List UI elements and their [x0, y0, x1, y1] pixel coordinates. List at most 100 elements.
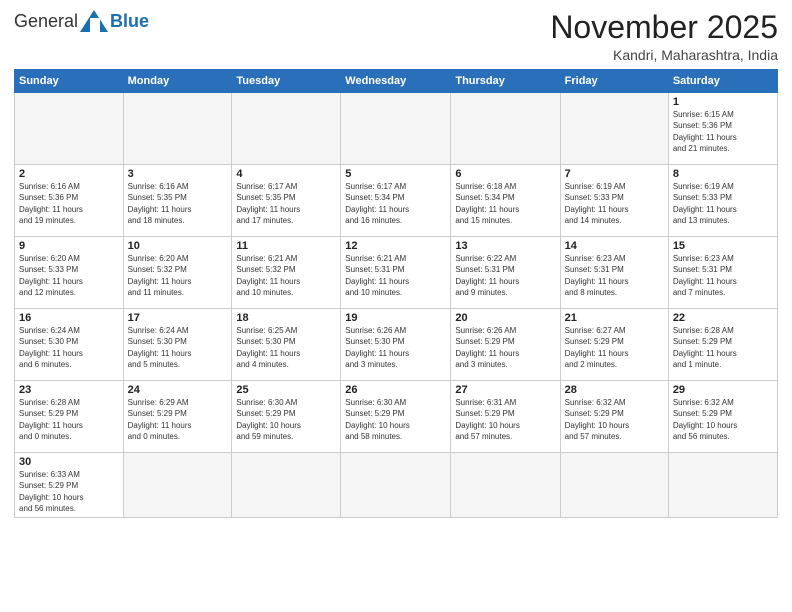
calendar-cell: 10Sunrise: 6:20 AMSunset: 5:32 PMDayligh…: [123, 237, 232, 309]
day-number: 10: [128, 240, 228, 252]
day-number: 26: [345, 384, 446, 396]
day-info: Sunrise: 6:23 AMSunset: 5:31 PMDaylight:…: [565, 253, 664, 298]
day-info: Sunrise: 6:20 AMSunset: 5:33 PMDaylight:…: [19, 253, 119, 298]
calendar: SundayMondayTuesdayWednesdayThursdayFrid…: [14, 69, 778, 518]
calendar-cell: 15Sunrise: 6:23 AMSunset: 5:31 PMDayligh…: [668, 237, 777, 309]
calendar-week-row: 23Sunrise: 6:28 AMSunset: 5:29 PMDayligh…: [15, 381, 778, 453]
day-number: 6: [455, 168, 555, 180]
location-title: Kandri, Maharashtra, India: [550, 47, 778, 63]
calendar-cell: 14Sunrise: 6:23 AMSunset: 5:31 PMDayligh…: [560, 237, 668, 309]
day-number: 17: [128, 312, 228, 324]
day-info: Sunrise: 6:28 AMSunset: 5:29 PMDaylight:…: [19, 397, 119, 442]
calendar-cell: 28Sunrise: 6:32 AMSunset: 5:29 PMDayligh…: [560, 381, 668, 453]
day-info: Sunrise: 6:31 AMSunset: 5:29 PMDaylight:…: [455, 397, 555, 442]
day-info: Sunrise: 6:30 AMSunset: 5:29 PMDaylight:…: [345, 397, 446, 442]
calendar-cell: 20Sunrise: 6:26 AMSunset: 5:29 PMDayligh…: [451, 309, 560, 381]
day-number: 20: [455, 312, 555, 324]
day-info: Sunrise: 6:24 AMSunset: 5:30 PMDaylight:…: [128, 325, 228, 370]
day-number: 15: [673, 240, 773, 252]
calendar-cell: 12Sunrise: 6:21 AMSunset: 5:31 PMDayligh…: [341, 237, 451, 309]
logo: General Blue: [14, 10, 149, 32]
day-info: Sunrise: 6:30 AMSunset: 5:29 PMDaylight:…: [236, 397, 336, 442]
day-info: Sunrise: 6:18 AMSunset: 5:34 PMDaylight:…: [455, 181, 555, 226]
day-info: Sunrise: 6:23 AMSunset: 5:31 PMDaylight:…: [673, 253, 773, 298]
calendar-cell: 29Sunrise: 6:32 AMSunset: 5:29 PMDayligh…: [668, 381, 777, 453]
day-info: Sunrise: 6:17 AMSunset: 5:35 PMDaylight:…: [236, 181, 336, 226]
calendar-cell: 27Sunrise: 6:31 AMSunset: 5:29 PMDayligh…: [451, 381, 560, 453]
calendar-cell: [123, 93, 232, 165]
title-area: November 2025 Kandri, Maharashtra, India: [550, 10, 778, 63]
day-info: Sunrise: 6:15 AMSunset: 5:36 PMDaylight:…: [673, 109, 773, 154]
calendar-cell: 11Sunrise: 6:21 AMSunset: 5:32 PMDayligh…: [232, 237, 341, 309]
calendar-cell: [451, 453, 560, 518]
calendar-cell: 25Sunrise: 6:30 AMSunset: 5:29 PMDayligh…: [232, 381, 341, 453]
day-info: Sunrise: 6:29 AMSunset: 5:29 PMDaylight:…: [128, 397, 228, 442]
day-number: 23: [19, 384, 119, 396]
calendar-cell: 23Sunrise: 6:28 AMSunset: 5:29 PMDayligh…: [15, 381, 124, 453]
day-number: 13: [455, 240, 555, 252]
day-number: 14: [565, 240, 664, 252]
calendar-day-header: Saturday: [668, 70, 777, 93]
day-info: Sunrise: 6:21 AMSunset: 5:32 PMDaylight:…: [236, 253, 336, 298]
calendar-week-row: 16Sunrise: 6:24 AMSunset: 5:30 PMDayligh…: [15, 309, 778, 381]
page: General Blue November 2025 Kandri, Mahar…: [0, 0, 792, 612]
calendar-week-row: 1Sunrise: 6:15 AMSunset: 5:36 PMDaylight…: [15, 93, 778, 165]
month-title: November 2025: [550, 10, 778, 45]
day-info: Sunrise: 6:16 AMSunset: 5:36 PMDaylight:…: [19, 181, 119, 226]
header: General Blue November 2025 Kandri, Mahar…: [14, 10, 778, 63]
day-number: 4: [236, 168, 336, 180]
calendar-cell: [232, 453, 341, 518]
day-number: 18: [236, 312, 336, 324]
day-number: 2: [19, 168, 119, 180]
day-info: Sunrise: 6:21 AMSunset: 5:31 PMDaylight:…: [345, 253, 446, 298]
calendar-cell: [451, 93, 560, 165]
day-info: Sunrise: 6:17 AMSunset: 5:34 PMDaylight:…: [345, 181, 446, 226]
calendar-cell: [341, 93, 451, 165]
logo-icon: [80, 10, 108, 32]
calendar-cell: 26Sunrise: 6:30 AMSunset: 5:29 PMDayligh…: [341, 381, 451, 453]
calendar-cell: 22Sunrise: 6:28 AMSunset: 5:29 PMDayligh…: [668, 309, 777, 381]
calendar-day-header: Monday: [123, 70, 232, 93]
day-info: Sunrise: 6:32 AMSunset: 5:29 PMDaylight:…: [673, 397, 773, 442]
calendar-cell: 21Sunrise: 6:27 AMSunset: 5:29 PMDayligh…: [560, 309, 668, 381]
logo-text-blue: Blue: [110, 11, 149, 32]
day-number: 21: [565, 312, 664, 324]
day-number: 8: [673, 168, 773, 180]
day-number: 24: [128, 384, 228, 396]
calendar-cell: [560, 93, 668, 165]
calendar-day-header: Tuesday: [232, 70, 341, 93]
day-number: 12: [345, 240, 446, 252]
day-number: 29: [673, 384, 773, 396]
day-info: Sunrise: 6:32 AMSunset: 5:29 PMDaylight:…: [565, 397, 664, 442]
calendar-cell: [341, 453, 451, 518]
logo-area: General Blue: [14, 10, 149, 32]
day-number: 16: [19, 312, 119, 324]
calendar-cell: 8Sunrise: 6:19 AMSunset: 5:33 PMDaylight…: [668, 165, 777, 237]
calendar-week-row: 30Sunrise: 6:33 AMSunset: 5:29 PMDayligh…: [15, 453, 778, 518]
day-number: 27: [455, 384, 555, 396]
day-info: Sunrise: 6:19 AMSunset: 5:33 PMDaylight:…: [673, 181, 773, 226]
day-info: Sunrise: 6:22 AMSunset: 5:31 PMDaylight:…: [455, 253, 555, 298]
calendar-cell: 6Sunrise: 6:18 AMSunset: 5:34 PMDaylight…: [451, 165, 560, 237]
day-number: 7: [565, 168, 664, 180]
calendar-cell: 30Sunrise: 6:33 AMSunset: 5:29 PMDayligh…: [15, 453, 124, 518]
day-number: 5: [345, 168, 446, 180]
day-info: Sunrise: 6:20 AMSunset: 5:32 PMDaylight:…: [128, 253, 228, 298]
calendar-cell: 24Sunrise: 6:29 AMSunset: 5:29 PMDayligh…: [123, 381, 232, 453]
day-info: Sunrise: 6:27 AMSunset: 5:29 PMDaylight:…: [565, 325, 664, 370]
calendar-day-header: Sunday: [15, 70, 124, 93]
calendar-cell: [123, 453, 232, 518]
calendar-cell: 18Sunrise: 6:25 AMSunset: 5:30 PMDayligh…: [232, 309, 341, 381]
day-number: 25: [236, 384, 336, 396]
calendar-cell: 19Sunrise: 6:26 AMSunset: 5:30 PMDayligh…: [341, 309, 451, 381]
day-info: Sunrise: 6:25 AMSunset: 5:30 PMDaylight:…: [236, 325, 336, 370]
day-number: 30: [19, 456, 119, 468]
calendar-cell: 5Sunrise: 6:17 AMSunset: 5:34 PMDaylight…: [341, 165, 451, 237]
day-info: Sunrise: 6:24 AMSunset: 5:30 PMDaylight:…: [19, 325, 119, 370]
calendar-cell: 16Sunrise: 6:24 AMSunset: 5:30 PMDayligh…: [15, 309, 124, 381]
calendar-cell: [560, 453, 668, 518]
day-number: 3: [128, 168, 228, 180]
day-info: Sunrise: 6:26 AMSunset: 5:30 PMDaylight:…: [345, 325, 446, 370]
calendar-cell: [15, 93, 124, 165]
day-info: Sunrise: 6:33 AMSunset: 5:29 PMDaylight:…: [19, 469, 119, 514]
